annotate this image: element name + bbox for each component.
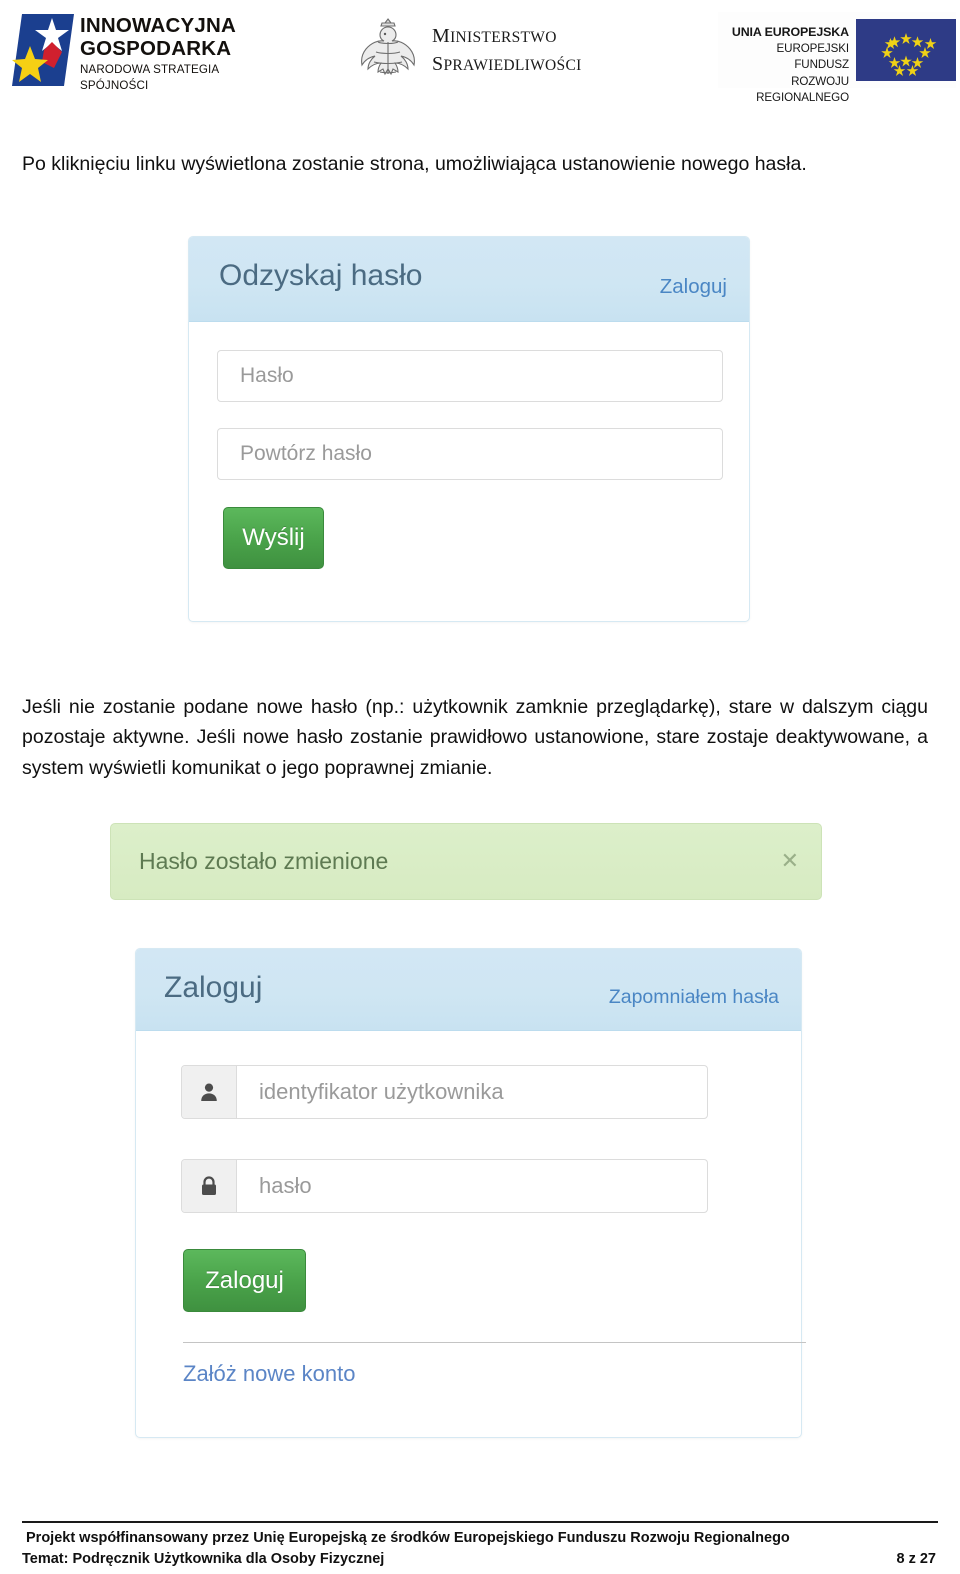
ig-line-2: GOSPODARKA	[80, 37, 232, 60]
ig-line-3: NARODOWA STRATEGIA SPÓJNOŚCI	[80, 63, 219, 92]
recover-panel-title: Odzyskaj hasło	[219, 259, 423, 292]
recover-password-panel: Odzyskaj hasło Zaloguj Hasło Powtórz has…	[188, 236, 750, 622]
forgot-password-link[interactable]: Zapomniałem hasła	[609, 986, 779, 1009]
user-icon	[182, 1066, 237, 1118]
ministerstwo-wordmark: MINISTERSTWO SPRAWIEDLIWOŚCI	[432, 23, 582, 79]
password-input-group[interactable]: hasło	[181, 1159, 708, 1213]
recover-login-link[interactable]: Zaloguj	[660, 275, 727, 299]
innowacyjna-gospodarka-wordmark: INNOWACYJNA GOSPODARKA NARODOWA STRATEGI…	[80, 14, 290, 94]
footer-topic-line: Temat: Podręcznik Użytkownika dla Osoby …	[22, 1551, 385, 1567]
password-input[interactable]: Hasło	[217, 350, 723, 402]
username-input-placeholder: identyfikator użytkownika	[259, 1079, 504, 1104]
eu-line-1: UNIA EUROPEJSKA	[731, 25, 849, 39]
eu-line-2: EUROPEJSKI FUNDUSZ	[776, 41, 850, 72]
ministerstwo-line-1: MINISTERSTWO	[432, 25, 557, 47]
footer-funding-line: Projekt współfinansowany przez Unię Euro…	[26, 1530, 790, 1546]
polish-eagle-icon	[352, 12, 424, 88]
login-divider	[183, 1342, 806, 1343]
innowacyjna-gospodarka-logo: INNOWACYJNA GOSPODARKA NARODOWA STRATEGI…	[8, 10, 288, 92]
repeat-password-input-placeholder: Powtórz hasło	[240, 442, 372, 465]
paragraph-intro: Po kliknięciu linku wyświetlona zostanie…	[22, 152, 807, 175]
login-panel: Zaloguj Zapomniałem hasła identyfikator …	[135, 948, 806, 1438]
ig-line-1: INNOWACYJNA	[80, 14, 236, 37]
recover-panel-heading: Odzyskaj hasło Zaloguj	[189, 237, 749, 322]
create-account-link[interactable]: Załóż nowe konto	[183, 1361, 355, 1387]
username-input-group[interactable]: identyfikator użytkownika	[181, 1065, 708, 1119]
unia-europejska-logo: UNIA EUROPEJSKA EUROPEJSKI FUNDUSZ ROZWO…	[718, 12, 956, 104]
repeat-password-input[interactable]: Powtórz hasło	[217, 428, 723, 480]
login-panel-heading: Zaloguj Zapomniałem hasła	[136, 949, 801, 1031]
alert-message: Hasło zostało zmienione	[139, 848, 389, 874]
paragraph-middle: Jeśli nie zostanie podane nowe hasło (np…	[22, 695, 928, 779]
lock-icon	[182, 1160, 237, 1212]
page-number: 8 z 27	[896, 1551, 937, 1567]
document-header-band: INNOWACYJNA GOSPODARKA NARODOWA STRATEGI…	[0, 0, 960, 104]
send-button[interactable]: Wyślij	[223, 507, 324, 569]
login-password-placeholder: hasło	[259, 1173, 312, 1198]
eu-flag-icon	[856, 19, 956, 81]
eu-line-3: ROZWOJU REGIONALNEGO	[756, 74, 849, 105]
password-input-placeholder: Hasło	[240, 364, 294, 387]
innowacyjna-gospodarka-stars-icon	[12, 12, 74, 88]
password-changed-alert: Hasło zostało zmienione ✕	[110, 823, 822, 900]
ministerstwo-sprawiedliwosci-logo: MINISTERSTWO SPRAWIEDLIWOŚCI	[352, 12, 617, 90]
login-panel-title: Zaloguj	[164, 971, 263, 1004]
unia-europejska-wordmark: UNIA EUROPEJSKA EUROPEJSKI FUNDUSZ ROZWO…	[721, 24, 849, 107]
login-button[interactable]: Zaloguj	[183, 1249, 306, 1312]
ministerstwo-line-2: SPRAWIEDLIWOŚCI	[432, 53, 582, 75]
close-icon[interactable]: ✕	[781, 850, 799, 872]
footer-divider	[22, 1521, 938, 1523]
